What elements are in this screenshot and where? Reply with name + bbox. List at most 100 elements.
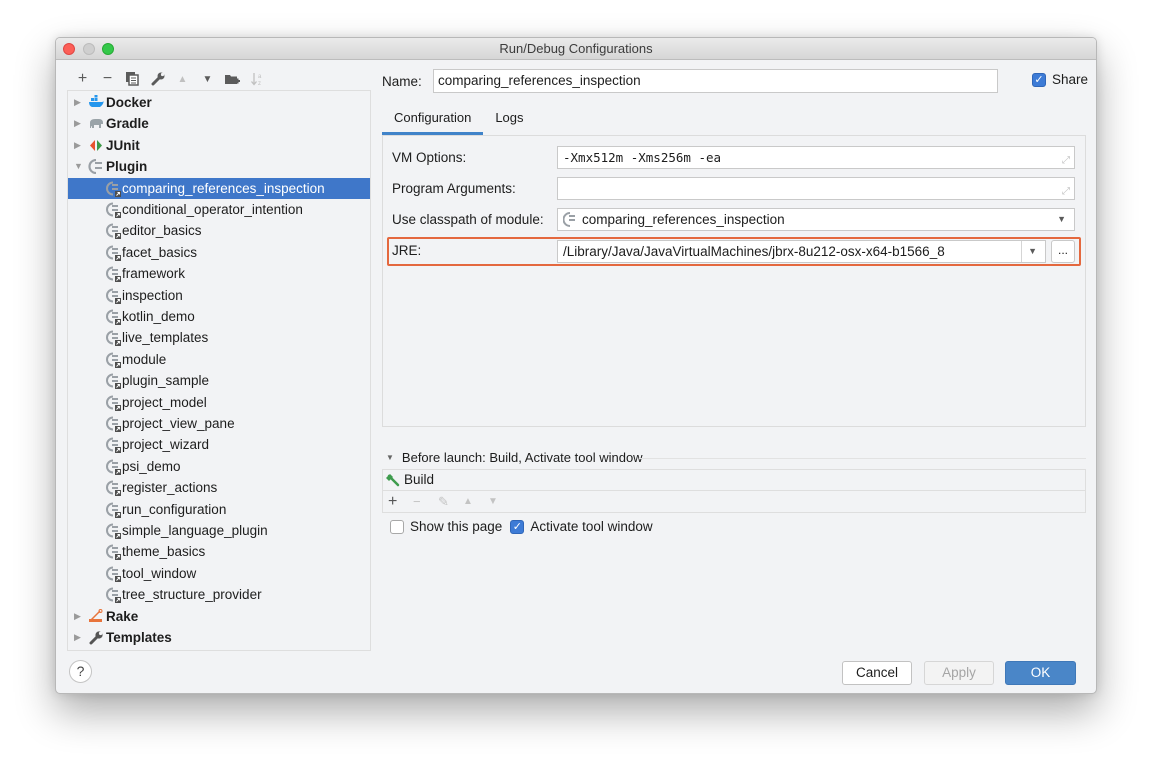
collapsed-arrow-icon[interactable]: ▶ <box>74 606 84 627</box>
share-label: Share <box>1052 72 1089 87</box>
sort-button[interactable]: az <box>245 71 270 87</box>
minimize-window-button[interactable] <box>83 43 95 55</box>
share-checkbox[interactable]: ✓ Share <box>1032 72 1088 87</box>
add-task-button[interactable]: + <box>388 493 413 511</box>
add-configuration-button[interactable]: + <box>70 70 95 87</box>
before-launch-title: Before launch: Build, Activate tool wind… <box>401 450 643 465</box>
docker-icon <box>88 95 104 110</box>
tree-item-label: register_actions <box>122 480 218 496</box>
move-task-down-button[interactable]: ▼ <box>488 496 513 507</box>
plugin-configuration-icon <box>106 309 122 325</box>
tree-group-docker[interactable]: ▶ Docker <box>68 92 370 113</box>
apply-button[interactable]: Apply <box>924 661 994 685</box>
tree-item-configuration[interactable]: kotlin_demo <box>68 306 370 327</box>
plugin-configuration-icon <box>106 480 122 497</box>
tree-item-label: theme_basics <box>122 544 206 560</box>
name-label: Name: <box>382 74 422 89</box>
tree-item-configuration[interactable]: project_wizard <box>68 434 370 455</box>
program-arguments-input[interactable]: ⤢ <box>557 177 1075 200</box>
expand-icon[interactable]: ⤢ <box>1062 181 1070 202</box>
tree-item-label: project_model <box>122 394 207 410</box>
tree-item-configuration[interactable]: comparing_references_inspection <box>68 177 370 199</box>
remove-configuration-button[interactable]: − <box>95 70 120 87</box>
browse-jre-button[interactable]: ... <box>1051 240 1075 263</box>
tree-group-rake[interactable]: ▶ Rake <box>68 606 370 627</box>
tree-item-label: module <box>122 351 167 367</box>
tree-item-configuration[interactable]: simple_language_plugin <box>68 520 370 541</box>
chevron-down-icon[interactable]: ▼ <box>1028 241 1037 262</box>
tree-item-configuration[interactable]: project_view_pane <box>68 413 370 434</box>
wrench-icon <box>88 630 104 645</box>
tree-group-templates[interactable]: ▶ Templates <box>68 627 370 648</box>
tree-item-configuration[interactable]: conditional_operator_intention <box>68 199 370 220</box>
before-launch-options: Show this page ✓ Activate tool window <box>390 519 653 534</box>
tree-item-configuration[interactable]: psi_demo <box>68 456 370 477</box>
plugin-configuration-icon <box>106 373 122 390</box>
tree-group-label: Gradle <box>106 116 149 132</box>
collapsed-arrow-icon[interactable]: ▶ <box>74 113 84 134</box>
close-window-button[interactable] <box>63 43 75 55</box>
tree-item-configuration[interactable]: tree_structure_provider <box>68 584 370 605</box>
collapsed-arrow-icon[interactable]: ▶ <box>74 627 84 648</box>
tree-item-label: kotlin_demo <box>122 309 195 324</box>
move-task-up-button[interactable]: ▲ <box>463 496 488 507</box>
before-launch-task-list: Build + − ✎ ▲ ▼ <box>382 469 1086 513</box>
classpath-module-select[interactable]: comparing_references_inspection ▼ <box>557 208 1075 231</box>
plugin-configuration-icon <box>106 502 122 518</box>
tree-item-configuration[interactable]: tool_window <box>68 563 370 584</box>
edit-defaults-button[interactable] <box>145 71 170 87</box>
tree-item-configuration[interactable]: theme_basics <box>68 541 370 562</box>
tab-configuration[interactable]: Configuration <box>382 108 484 135</box>
plugin-configuration-icon <box>106 416 122 432</box>
tree-group-junit[interactable]: ▶ JUnit <box>68 135 370 156</box>
plugin-configuration-icon <box>106 437 122 454</box>
classpath-module-label: Use classpath of module: <box>392 212 544 227</box>
copy-configuration-button[interactable] <box>120 71 145 87</box>
tree-item-configuration[interactable]: inspection <box>68 285 370 306</box>
configurations-tree[interactable]: ▶ Docker ▶ Gradle ▶ JUnit ▼ Plugin comparing_ref… <box>67 90 371 651</box>
tree-item-configuration[interactable]: framework <box>68 263 370 284</box>
zoom-window-button[interactable] <box>102 43 114 55</box>
expand-icon[interactable]: ⤢ <box>1062 150 1070 171</box>
title-bar[interactable]: Run/Debug Configurations <box>56 38 1096 60</box>
tree-item-configuration[interactable]: editor_basics <box>68 220 370 241</box>
tree-item-configuration[interactable]: plugin_sample <box>68 370 370 391</box>
move-down-button[interactable]: ▼ <box>195 71 220 87</box>
collapsed-arrow-icon[interactable]: ▶ <box>74 135 84 156</box>
tree-item-configuration[interactable]: project_model <box>68 392 370 413</box>
tree-item-configuration[interactable]: facet_basics <box>68 242 370 263</box>
cancel-button[interactable]: Cancel <box>842 661 912 685</box>
move-up-button[interactable]: ▲ <box>170 71 195 87</box>
new-folder-button[interactable] <box>220 71 245 87</box>
triangle-down-icon: ▼ <box>202 73 213 85</box>
tree-group-gradle[interactable]: ▶ Gradle <box>68 113 370 134</box>
name-input[interactable]: comparing_references_inspection <box>433 69 998 93</box>
tree-item-configuration[interactable]: register_actions <box>68 477 370 498</box>
edit-task-button[interactable]: ✎ <box>438 494 463 510</box>
vm-options-input[interactable]: -Xmx512m -Xms256m -ea ⤢ <box>557 146 1075 169</box>
tree-item-label: psi_demo <box>122 458 181 474</box>
jre-combo[interactable]: /Library/Java/JavaVirtualMachines/jbrx-8… <box>557 240 1046 263</box>
tree-item-configuration[interactable]: module <box>68 349 370 370</box>
tree-item-configuration[interactable]: run_configuration <box>68 499 370 520</box>
tree-item-label: project_view_pane <box>122 416 235 431</box>
remove-task-button[interactable]: − <box>413 494 438 509</box>
help-button[interactable]: ? <box>69 660 92 683</box>
plugin-configuration-icon <box>106 330 122 347</box>
module-icon <box>563 212 575 227</box>
task-row-build[interactable]: Build <box>385 471 434 489</box>
before-launch-header[interactable]: ▼ Before launch: Build, Activate tool wi… <box>386 450 643 465</box>
tree-item-configuration[interactable]: live_templates <box>68 327 370 348</box>
jre-label: JRE: <box>392 243 422 258</box>
plugin-configuration-icon <box>106 223 122 240</box>
vm-options-label: VM Options: <box>392 150 467 165</box>
ok-button[interactable]: OK <box>1005 661 1076 685</box>
tab-logs[interactable]: Logs <box>483 108 535 135</box>
collapsed-arrow-icon[interactable]: ▶ <box>74 92 84 113</box>
tree-item-label: comparing_references_inspection <box>122 180 325 196</box>
show-page-checkbox[interactable] <box>390 519 404 534</box>
activate-tool-window-checkbox[interactable]: ✓ <box>510 519 525 534</box>
expanded-arrow-icon[interactable]: ▼ <box>74 156 84 177</box>
tree-group-plugin[interactable]: ▼ Plugin <box>68 156 370 177</box>
tree-item-label: framework <box>122 266 186 282</box>
